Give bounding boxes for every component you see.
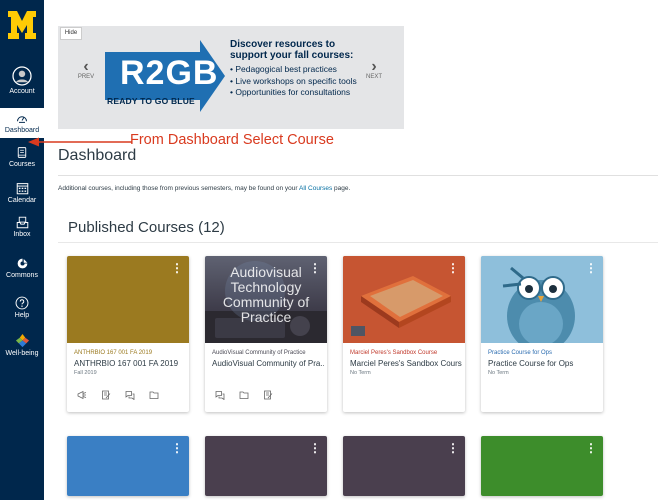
banner-bullet: • Pedagogical best practices <box>230 64 337 74</box>
note-suffix: page. <box>332 185 351 192</box>
discussions-icon[interactable] <box>215 390 225 400</box>
svg-text:READY TO GO BLUE: READY TO GO BLUE <box>107 96 195 106</box>
nav-courses[interactable]: Courses <box>0 146 44 169</box>
discussions-icon[interactable] <box>125 390 135 400</box>
course-card-actions <box>215 390 273 400</box>
nav-account-label: Account <box>9 88 35 95</box>
nav-dashboard[interactable]: Dashboard <box>0 108 44 138</box>
help-icon <box>15 296 29 310</box>
inbox-icon <box>16 216 28 229</box>
announcements-icon[interactable] <box>77 390 87 400</box>
calendar-icon <box>16 183 28 195</box>
nav-commons[interactable]: Commons <box>0 257 44 280</box>
courses-icon <box>17 147 27 158</box>
course-card[interactable]: ⋮ <box>481 436 603 496</box>
all-courses-link[interactable]: All Courses <box>299 185 332 192</box>
r2gb-logo: R2GB READY TO GO BLUE <box>105 40 225 112</box>
course-card-actions <box>77 390 159 400</box>
banner-hide-button[interactable]: Hide <box>60 27 82 40</box>
course-card-title[interactable]: AudioVisual Community of Pra... <box>212 359 324 368</box>
assignments-icon[interactable] <box>263 390 273 400</box>
divider <box>58 242 658 243</box>
course-card[interactable]: ⋮ <box>67 436 189 496</box>
card-options-icon[interactable]: ⋮ <box>585 442 597 454</box>
course-card-term: No Term <box>350 370 371 376</box>
course-card-title[interactable]: Marciel Peres's Sandbox Course <box>350 359 462 368</box>
assignments-icon[interactable] <box>101 390 111 400</box>
nav-calendar-label: Calendar <box>7 197 37 204</box>
course-card-term: No Term <box>488 370 509 376</box>
nav-well-being[interactable]: Well-being <box>0 333 44 358</box>
course-card[interactable]: Audiovisual Technology Community of Prac… <box>205 256 327 412</box>
nav-calendar[interactable]: Calendar <box>0 182 44 205</box>
course-card[interactable]: ⋮ <box>343 436 465 496</box>
annotation-text: From Dashboard Select Course <box>130 132 334 148</box>
course-card-title[interactable]: Practice Course for Ops <box>488 359 600 368</box>
university-logo[interactable] <box>7 9 37 41</box>
banner-bullet-text: Opportunities for consultations <box>235 87 351 97</box>
files-icon[interactable] <box>239 390 249 400</box>
nav-courses-label: Courses <box>8 161 36 168</box>
files-icon[interactable] <box>149 390 159 400</box>
banner-prev-label: PREV <box>77 74 95 80</box>
divider <box>58 175 658 176</box>
page-title: Dashboard <box>58 147 137 164</box>
card-options-icon[interactable]: ⋮ <box>447 442 459 454</box>
nav-dashboard-label: Dashboard <box>4 127 40 134</box>
nav-inbox-label: Inbox <box>13 231 31 238</box>
course-card[interactable]: ⋮ ANTHRBIO 167 001 FA 2019 ANTHRBIO 167 … <box>67 256 189 412</box>
dashboard-icon <box>17 116 27 123</box>
card-options-icon[interactable]: ⋮ <box>171 262 183 274</box>
course-card-term: Fall 2019 <box>74 370 97 376</box>
course-card-code[interactable]: Practice Course for Ops <box>488 350 552 356</box>
banner-next-label: NEXT <box>365 74 382 80</box>
banner-headline: Discover resources to support your fall … <box>230 39 354 61</box>
nav-inbox[interactable]: Inbox <box>0 216 44 239</box>
course-card[interactable]: ⋮ <box>205 436 327 496</box>
note-prefix: Additional courses, including those from… <box>58 185 299 192</box>
course-card-code[interactable]: AudioVisual Community of Practice <box>212 350 306 356</box>
card-options-icon[interactable]: ⋮ <box>171 442 183 454</box>
card-options-icon[interactable]: ⋮ <box>309 262 321 274</box>
nav-help[interactable]: Help <box>0 296 44 320</box>
card-options-icon[interactable]: ⋮ <box>309 442 321 454</box>
chevron-left-icon: ‹ <box>83 58 89 75</box>
global-nav: Account Dashboard Courses Calendar Inbox… <box>0 0 44 500</box>
all-courses-note: Additional courses, including those from… <box>58 185 350 192</box>
card-options-icon[interactable]: ⋮ <box>447 262 459 274</box>
banner-bullet-text: Live workshops on specific tools <box>235 75 357 86</box>
banner-next-button[interactable]: › NEXT <box>360 58 388 81</box>
account-icon <box>12 66 32 86</box>
banner-bullet-list: • Pedagogical best practices • Live work… <box>230 64 360 99</box>
banner-bullet-text: Pedagogical best practices <box>235 64 337 74</box>
chevron-right-icon: › <box>371 58 377 75</box>
banner-prev-button[interactable]: ‹ PREV <box>72 58 100 81</box>
section-title: Published Courses (12) <box>68 219 225 236</box>
course-card[interactable]: ⋮ Marciel Peres's Sandbox Course Marciel… <box>343 256 465 412</box>
annotation-arrow <box>28 137 132 147</box>
commons-icon <box>17 258 27 269</box>
well-being-icon <box>15 333 29 348</box>
course-card-code[interactable]: Marciel Peres's Sandbox Course <box>350 350 437 356</box>
nav-help-label: Help <box>14 312 30 319</box>
card-options-icon[interactable]: ⋮ <box>585 262 597 274</box>
banner-bullet: • Live workshops on specific tools <box>230 75 357 86</box>
nav-account[interactable]: Account <box>0 66 44 96</box>
course-card-title[interactable]: ANTHRBIO 167 001 FA 2019 <box>74 359 186 368</box>
banner-bullet: • Opportunities for consultations <box>230 87 351 97</box>
course-card[interactable]: ⋮ Practice Course for Ops Practice Cours… <box>481 256 603 412</box>
nav-well-being-label: Well-being <box>5 350 39 357</box>
course-card-code[interactable]: ANTHRBIO 167 001 FA 2019 <box>74 350 152 356</box>
nav-commons-label: Commons <box>6 272 38 279</box>
svg-text:R2GB: R2GB <box>120 54 218 92</box>
